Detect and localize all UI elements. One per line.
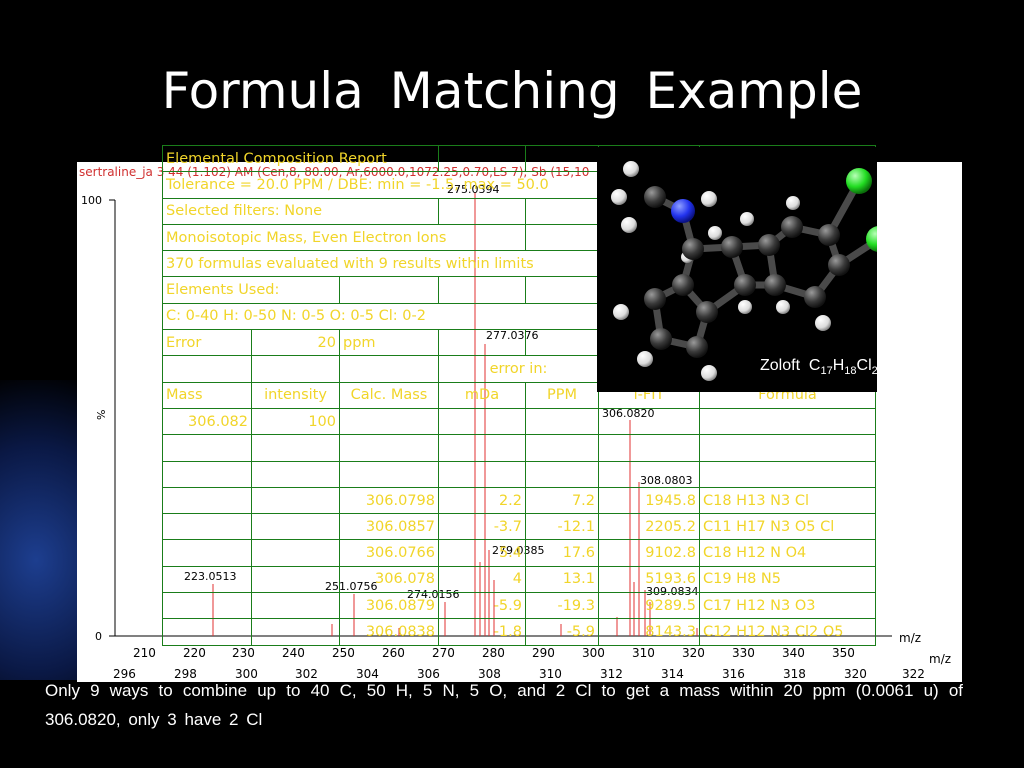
formula: C18 H12 N O4 [699, 539, 876, 567]
formula: C11 H17 N3 O5 Cl [699, 513, 876, 541]
calc-mass: 306.0838 [339, 618, 439, 646]
ifit: 9102.8 [598, 539, 700, 567]
result-row: 306.0857 -3.7 -12.1 2205.2 C11 H17 N3 O5… [162, 513, 876, 541]
x-tick-top: 310 [632, 646, 655, 660]
mda: -5.9 [438, 592, 526, 620]
formula: C19 H8 N5 [699, 565, 876, 594]
ifit: 2205.2 [598, 513, 700, 541]
error-value: 20 [251, 329, 340, 357]
y-tick-label-0: 0 [95, 630, 102, 643]
column-header: Calc. Mass [339, 381, 439, 409]
slide-title: Formula Matching Example [161, 62, 863, 120]
ppm: -12.1 [525, 513, 599, 541]
ppm: 17.6 [525, 539, 599, 567]
mda: -3.7 [438, 513, 526, 541]
formula: C12 H12 N3 Cl2 O5 [699, 618, 876, 646]
error-in-label: error in: [438, 355, 599, 383]
column-header: mDa [438, 381, 526, 409]
x-unit-bottom: m/z [929, 652, 951, 666]
x-tick-top: 300 [582, 646, 605, 660]
result-row: 306.078 4 13.1 5193.6 C19 H8 N5 [162, 565, 876, 594]
x-tick-top: 340 [782, 646, 805, 660]
calc-mass: 306.0879 [339, 592, 439, 620]
query-row: 306.082 100 [162, 407, 876, 436]
x-tick-top: 220 [183, 646, 206, 660]
molecule-panel: Zoloft C17H18Cl2N [597, 147, 889, 392]
calc-mass: 306.0766 [339, 539, 439, 567]
x-tick-top: 210 [133, 646, 156, 660]
elements-heading: Elements Used: [162, 276, 340, 304]
calc-mass: 306.0857 [339, 513, 439, 541]
x-tick-top: 270 [432, 646, 455, 660]
ppm: -19.3 [525, 592, 599, 620]
ppm: -5.9 [525, 618, 599, 646]
formula-count: 17 [820, 365, 833, 378]
hydrogen-atoms [611, 161, 831, 381]
chlorine-atom [846, 168, 872, 194]
mass-type-text: Monoisotopic Mass, Even Electron Ions [162, 223, 526, 252]
error-unit: ppm [339, 329, 439, 357]
ifit: 9289.5 [598, 592, 700, 620]
mda: 2.2 [438, 486, 526, 515]
x-tick-top: 240 [282, 646, 305, 660]
ifit: 8143.3 [598, 618, 700, 646]
ifit: 1945.8 [598, 486, 700, 515]
mda: -1.8 [438, 618, 526, 646]
x-tick-top: 320 [682, 646, 705, 660]
y-tick-label-100: 100 [81, 194, 102, 207]
x-tick-top: 280 [482, 646, 505, 660]
mda: 4 [438, 565, 526, 594]
error-label: Error [162, 329, 252, 357]
ppm: 7.2 [525, 486, 599, 515]
ifit: 5193.6 [598, 565, 700, 594]
y-axis-label: % [95, 410, 108, 420]
x-tick-top: 350 [832, 646, 855, 660]
x-tick-top: 260 [382, 646, 405, 660]
formula-count: 18 [844, 365, 857, 378]
result-row: 306.0838 -1.8 -5.9 8143.3 C12 H12 N3 Cl2… [162, 618, 876, 646]
x-tick-top: 250 [332, 646, 355, 660]
x-tick-top: 290 [532, 646, 555, 660]
slide-caption: Only 9 ways to combine up to 40 C, 50 H,… [45, 681, 963, 729]
calc-mass: 306.078 [339, 565, 439, 594]
molecule-name: Zoloft [760, 357, 801, 374]
formula-element: Cl [856, 357, 872, 374]
x-unit-top: m/z [899, 631, 921, 645]
table-row [162, 460, 876, 488]
query-mass: 306.082 [162, 407, 252, 436]
column-header: intensity [251, 381, 340, 409]
molecule-caption: Zoloft C17H18Cl2N [760, 357, 889, 377]
column-header: Mass [162, 381, 252, 409]
mda: 5.4 [438, 539, 526, 567]
query-intensity: 100 [251, 407, 340, 436]
formula-element: N [877, 357, 890, 374]
calc-mass: 306.0798 [339, 486, 439, 515]
sertraline-ball-and-stick [611, 161, 877, 381]
column-header: PPM [525, 381, 599, 409]
formula: C18 H13 N3 Cl [699, 486, 876, 515]
ppm: 13.1 [525, 565, 599, 594]
formula-element: C [808, 357, 821, 374]
formula: C17 H12 N3 O3 [699, 592, 876, 620]
table-row [162, 434, 876, 462]
report-title: Elemental Composition Report [162, 144, 439, 173]
filters-text: Selected filters: None [162, 197, 439, 225]
result-row: 306.0879 -5.9 -19.3 9289.5 C17 H12 N3 O3 [162, 592, 876, 620]
x-tick-top: 330 [732, 646, 755, 660]
formula-element: H [832, 357, 845, 374]
result-row: 306.0766 5.4 17.6 9102.8 C18 H12 N O4 [162, 539, 876, 567]
x-tick-top: 230 [232, 646, 255, 660]
nitrogen-atom [671, 199, 695, 223]
result-row: 306.0798 2.2 7.2 1945.8 C18 H13 N3 Cl [162, 486, 876, 515]
